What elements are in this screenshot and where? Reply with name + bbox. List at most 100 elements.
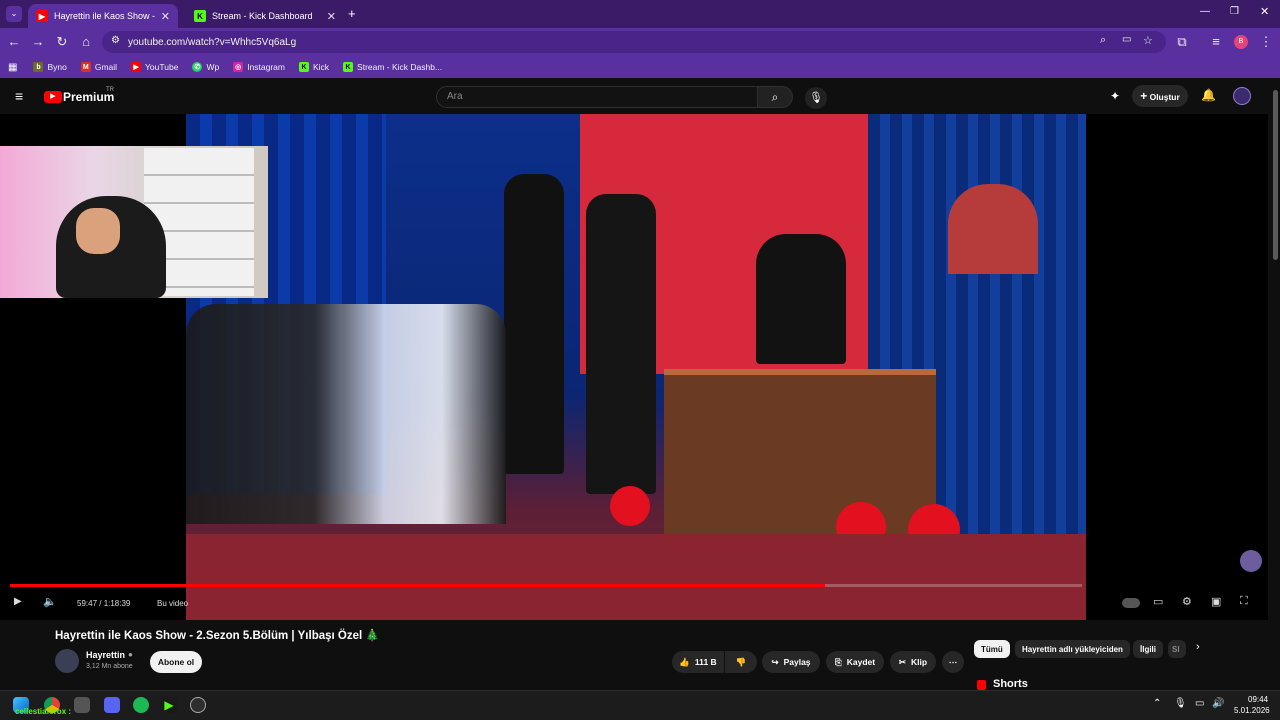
youtube-logo-icon[interactable]: ▶ — [44, 91, 62, 103]
chip-from-uploader[interactable]: Hayrettin adlı yükleyiciden — [1015, 640, 1130, 658]
extensions-icon[interactable]: ⧉ — [1174, 34, 1190, 50]
guide-menu-icon[interactable]: ≡ — [15, 88, 23, 104]
subscribe-button[interactable]: Abone ol — [150, 651, 202, 673]
like-button[interactable]: 👍 111 B — [672, 651, 724, 673]
channel-avatar[interactable] — [55, 649, 79, 673]
close-tab-icon[interactable]: ✕ — [161, 10, 170, 23]
player-controls: ▶ 🔈 59:47 / 1:18:39 Bu video ▭ ⚙ ▣ ⛶ — [0, 592, 1268, 616]
whatsapp-icon: ✆ — [192, 62, 203, 72]
bookmarks-bar: ▦ b Byno M Gmail ▶ YouTube ✆ Wp ◎ Instagram K… — [0, 56, 1280, 78]
autoplay-toggle[interactable] — [1122, 598, 1140, 608]
display-tray-icon[interactable]: ▭ — [1195, 698, 1204, 709]
video-player[interactable]: ▶ 🔈 59:47 / 1:18:39 Bu video ▭ ⚙ ▣ ⛶ — [0, 114, 1268, 620]
bookmark-whatsapp[interactable]: ✆ Wp — [192, 62, 219, 72]
clock-date[interactable]: 5.01.2026 — [1234, 706, 1270, 715]
chips-next-chevron-icon[interactable]: › — [1196, 641, 1200, 653]
progress-bar[interactable] — [10, 584, 1082, 587]
home-icon[interactable]: ⌂ — [78, 34, 94, 50]
media-control-icon[interactable]: ≡ — [1208, 34, 1224, 50]
bookmark-icon: ⎘ — [834, 656, 842, 667]
browser-menu-icon[interactable]: ⋮ — [1258, 34, 1274, 50]
chip-all[interactable]: Tümü — [974, 640, 1010, 658]
scrollbar-thumb[interactable] — [1273, 90, 1278, 260]
premium-icon[interactable]: ✦ — [1110, 89, 1120, 103]
new-tab-button[interactable]: + — [348, 6, 356, 21]
kick-icon: K — [343, 62, 354, 72]
page-scrollbar[interactable] — [1270, 78, 1280, 682]
os-taskbar: ▶ cellestiaferox : ⌃ 🎙 ▭ 🔊 09:44 5.01.20… — [0, 690, 1280, 720]
kick-app-icon[interactable]: ▶ — [161, 697, 177, 713]
close-tab-icon[interactable]: ✕ — [327, 10, 336, 23]
tab-youtube[interactable]: ▶ Hayrettin ile Kaos Show - 2.Sez ✕ — [28, 4, 178, 28]
balloon — [610, 486, 650, 526]
create-button[interactable]: + Oluştur — [1132, 85, 1188, 107]
miniplayer-icon[interactable]: ▣ — [1211, 595, 1221, 608]
tools-icon[interactable] — [74, 697, 90, 713]
channel-name[interactable]: Hayrettin — [86, 650, 125, 660]
chip-truncated[interactable]: Sl — [1168, 640, 1186, 658]
chip-related[interactable]: İlgili — [1133, 640, 1163, 658]
close-window-icon[interactable]: ✕ — [1260, 5, 1269, 18]
discord-icon[interactable] — [104, 697, 120, 713]
reload-icon[interactable]: ↻ — [54, 34, 70, 50]
zoom-icon[interactable]: ⌕ — [1100, 34, 1106, 47]
search-input[interactable]: Ara — [436, 86, 758, 108]
streamer-face — [76, 208, 120, 254]
chat-username: cellestiaferox : — [15, 707, 72, 716]
microphone-tray-icon[interactable]: 🎙 — [1174, 698, 1187, 709]
address-bar[interactable]: ⚙ youtube.com/watch?v=Whhc5Vq6aLg ⌕ ▭ ☆ — [102, 31, 1166, 53]
thumbs-up-icon: 👍 — [679, 656, 690, 667]
play-icon[interactable]: ▶ — [14, 596, 22, 607]
subtitles-icon[interactable]: ▭ — [1153, 595, 1163, 608]
fullscreen-icon[interactable]: ⛶ — [1240, 595, 1248, 608]
tab-search-button[interactable]: ⌄ — [6, 6, 22, 22]
gmail-icon: M — [80, 62, 91, 72]
account-avatar[interactable] — [1233, 87, 1251, 105]
tab-title: Hayrettin ile Kaos Show - 2.Sez — [54, 11, 155, 21]
bookmark-star-icon[interactable]: ☆ — [1143, 34, 1153, 47]
restore-icon[interactable]: ❐ — [1230, 6, 1239, 17]
clock-time[interactable]: 09:44 — [1248, 695, 1268, 704]
voice-search-icon[interactable]: 🎙 — [805, 87, 827, 109]
thumbs-down-icon: 👎 — [735, 656, 747, 667]
kick-icon: K — [298, 62, 309, 72]
bookmark-gmail[interactable]: M Gmail — [80, 62, 117, 72]
bookmark-youtube[interactable]: ▶ YouTube — [131, 62, 178, 72]
back-arrow-icon[interactable]: ← — [6, 34, 22, 50]
volume-icon[interactable]: 🔈 — [43, 595, 57, 608]
tab-title: Stream - Kick Dashboard — [212, 11, 313, 21]
chapter-title[interactable]: Bu video — [157, 599, 188, 608]
profile-avatar[interactable]: B — [1234, 35, 1248, 49]
host-figure — [586, 194, 656, 494]
share-button[interactable]: ↪ Paylaş — [762, 651, 820, 673]
settings-gear-icon[interactable]: ⚙ — [1182, 595, 1192, 608]
bookmark-byno[interactable]: b Byno — [33, 62, 67, 72]
dislike-button[interactable]: 👎 — [725, 651, 757, 673]
minimize-icon[interactable]: — — [1200, 6, 1210, 17]
audience-figures — [186, 304, 506, 524]
apps-grid-icon[interactable]: ▦ — [8, 62, 17, 73]
bookmark-instagram[interactable]: ◎ Instagram — [233, 62, 285, 72]
webcam-overlay — [0, 146, 268, 298]
plus-icon: + — [1140, 89, 1148, 103]
channel-watermark-icon[interactable] — [1240, 550, 1262, 572]
cast-icon[interactable]: ▭ — [1122, 34, 1131, 45]
byno-icon: b — [33, 62, 44, 72]
talk-show-desk — [664, 369, 936, 541]
clip-button[interactable]: ✂ Klip — [890, 651, 936, 673]
bookmark-kick-dashboard[interactable]: K Stream - Kick Dashb... — [343, 62, 442, 72]
search-button[interactable]: ⌕ — [757, 86, 793, 108]
host-figure — [504, 174, 564, 474]
spotify-icon[interactable] — [133, 697, 149, 713]
bookmark-kick[interactable]: K Kick — [298, 62, 329, 72]
tab-kick-dashboard[interactable]: K Stream - Kick Dashboard ✕ — [186, 4, 344, 28]
tray-chevron-icon[interactable]: ⌃ — [1153, 698, 1161, 709]
forward-arrow-icon[interactable]: → — [30, 34, 46, 50]
notifications-bell-icon[interactable]: 🔔 — [1201, 88, 1216, 102]
volume-tray-icon[interactable]: 🔊 — [1212, 698, 1224, 709]
save-button[interactable]: ⎘ Kaydet — [826, 651, 884, 673]
site-info-icon[interactable]: ⚙ — [111, 35, 120, 46]
scissors-icon: ✂ — [898, 656, 907, 667]
obs-icon[interactable] — [190, 697, 206, 713]
more-actions-button[interactable]: ⋯ — [942, 651, 964, 673]
